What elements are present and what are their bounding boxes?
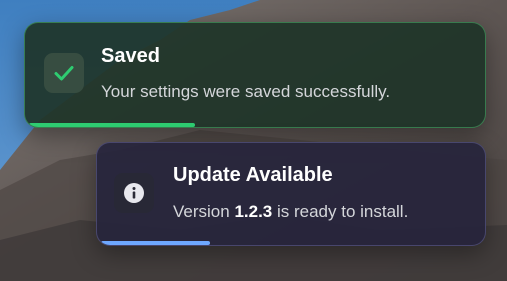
version-number: 1.2.3 [234,202,273,221]
success-icon-container [44,53,84,93]
toast-message: Version 1.2.3 is ready to install. [173,201,408,223]
toast-title: Update Available [173,164,333,186]
toast-progress-track [97,241,485,245]
info-icon-container [114,173,154,213]
toast-saved[interactable]: Saved Your settings were saved successfu… [24,22,486,128]
toast-title: Saved [101,45,160,67]
toast-progress-bar [101,241,210,245]
message-suffix: is ready to install. [272,202,409,221]
message-prefix: Version [173,202,235,221]
toast-progress-bar [29,123,195,127]
toast-progress-track [25,123,485,127]
checkmark-icon [54,66,74,81]
info-icon [124,183,144,203]
toast-message: Your settings were saved successfully. [101,82,391,101]
toast-update-available[interactable]: Update Available Version 1.2.3 is ready … [96,142,486,246]
